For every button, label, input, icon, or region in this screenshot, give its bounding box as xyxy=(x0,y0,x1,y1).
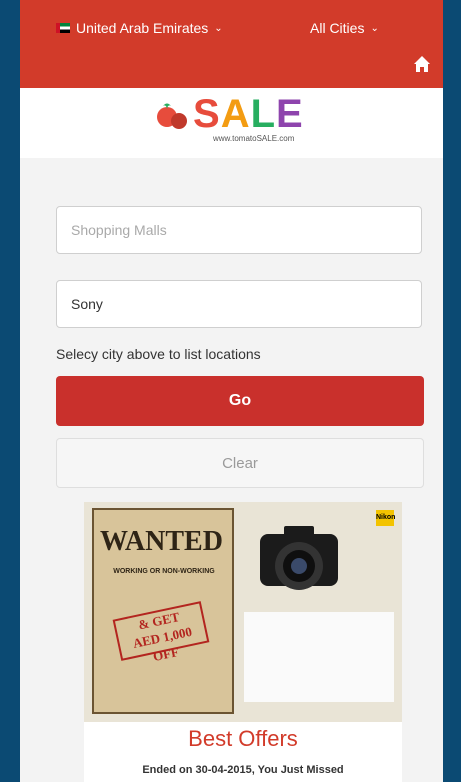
city-label: All Cities xyxy=(310,20,365,36)
discount-stamp: & GET AED 1,000 OFF xyxy=(112,601,210,664)
home-icon[interactable] xyxy=(413,55,431,73)
location-hint: Selecy city above to list locations xyxy=(56,346,261,362)
offer-status: Ended on 30-04-2015, You Just Missed xyxy=(142,764,344,776)
uae-flag-icon xyxy=(56,23,70,33)
product-strip xyxy=(244,612,394,702)
poster-title: WANTED xyxy=(100,526,223,557)
tomato-icon xyxy=(157,103,187,129)
go-button[interactable]: Go xyxy=(56,376,424,426)
app-frame: United Arab Emirates ⌄ All Cities ⌄ SALE… xyxy=(20,0,443,782)
country-selector[interactable]: United Arab Emirates ⌄ xyxy=(56,20,223,36)
brand-input[interactable] xyxy=(56,280,422,328)
clear-button[interactable]: Clear xyxy=(56,438,424,488)
logo-area: SALE www.tomatoSALE.com xyxy=(20,88,443,158)
brand-badge: Nikon xyxy=(376,510,395,526)
wanted-poster: WANTED WORKING OR NON-WORKING & GET AED … xyxy=(92,508,234,714)
chevron-down-icon: ⌄ xyxy=(370,22,379,34)
city-selector[interactable]: All Cities ⌄ xyxy=(310,20,379,36)
offer-card[interactable]: WANTED WORKING OR NON-WORKING & GET AED … xyxy=(84,502,402,782)
offer-banner[interactable]: WANTED WORKING OR NON-WORKING & GET AED … xyxy=(84,502,402,722)
top-bar: United Arab Emirates ⌄ All Cities ⌄ xyxy=(20,0,443,88)
shopping-malls-input[interactable] xyxy=(56,206,422,254)
camera-icon xyxy=(260,526,338,590)
country-label: United Arab Emirates xyxy=(76,20,209,36)
best-offers-heading: Best Offers xyxy=(188,726,298,751)
logo-tagline: www.tomatoSALE.com xyxy=(213,134,295,143)
logo-wordmark: SALE xyxy=(193,92,304,136)
site-logo[interactable]: SALE xyxy=(155,94,304,134)
poster-subtitle: WORKING OR NON-WORKING xyxy=(113,568,215,575)
chevron-down-icon: ⌄ xyxy=(214,22,223,34)
